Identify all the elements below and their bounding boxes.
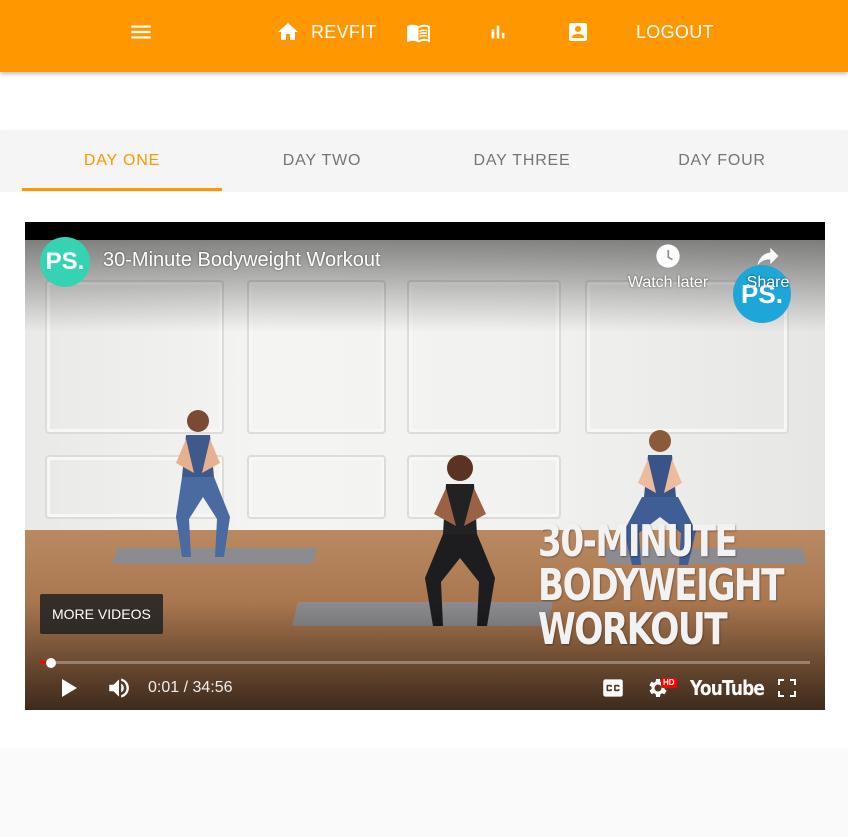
- stats-button[interactable]: [487, 0, 509, 64]
- overlay-line: BODYWEIGHT: [538, 560, 785, 611]
- tab-day-two[interactable]: DAY TWO: [222, 130, 422, 192]
- logout-label: LOGOUT: [636, 21, 714, 42]
- spacer-band: [0, 72, 848, 130]
- fullscreen-icon: [778, 679, 796, 697]
- day-tabs: DAY ONE DAY TWO DAY THREE DAY FOUR: [0, 130, 848, 192]
- time-display: 0:01 / 34:56: [148, 679, 233, 696]
- video-player[interactable]: PS. 30-Minute Bodyweight Workout Watch l…: [25, 222, 825, 710]
- overlay-line: WORKOUT: [538, 604, 728, 655]
- bar-chart-icon: [491, 25, 505, 39]
- tab-day-one[interactable]: DAY ONE: [22, 130, 222, 192]
- captions-button[interactable]: [600, 674, 626, 702]
- share-arrow-icon: [757, 247, 779, 266]
- watch-later-label: Watch later: [627, 274, 709, 291]
- volume-button[interactable]: [106, 674, 132, 702]
- share-label: Share: [746, 274, 790, 291]
- overlay-line: 30-MINUTE: [538, 516, 738, 567]
- play-button[interactable]: [57, 674, 81, 702]
- profile-button[interactable]: [566, 0, 590, 64]
- watch-later-button[interactable]: Watch later: [613, 242, 723, 292]
- clock-icon: [656, 244, 680, 268]
- instructor-left: [176, 410, 230, 557]
- fullscreen-button[interactable]: [775, 674, 799, 702]
- closed-captions-icon: [603, 679, 623, 697]
- video-overlay-title: 30-MINUTE BODYWEIGHT WORKOUT: [538, 516, 785, 655]
- brand-home-link[interactable]: REVFIT: [276, 0, 377, 64]
- progress-scrubber[interactable]: [45, 658, 56, 668]
- share-button[interactable]: Share: [713, 242, 823, 292]
- active-tab-indicator: [22, 188, 222, 191]
- tab-day-four[interactable]: DAY FOUR: [622, 130, 822, 192]
- library-button[interactable]: [406, 0, 431, 64]
- app-bar: REVFIT LOGOUT: [0, 0, 848, 72]
- home-icon: [278, 23, 298, 40]
- wall-panel: [247, 455, 386, 519]
- more-videos-button[interactable]: MORE VIDEOS: [40, 594, 163, 634]
- account-box-icon: [569, 23, 587, 41]
- channel-logo[interactable]: PS.: [40, 237, 90, 287]
- menu-icon: [131, 25, 151, 39]
- menu-button[interactable]: [128, 0, 154, 64]
- progress-bar[interactable]: [40, 658, 810, 668]
- youtube-wordmark: YouTube: [690, 676, 765, 700]
- brand-label: REVFIT: [311, 21, 377, 42]
- logout-button[interactable]: LOGOUT: [636, 0, 714, 64]
- hd-badge: HD: [661, 678, 677, 688]
- play-icon: [62, 679, 77, 697]
- book-icon: [407, 24, 430, 42]
- video-title[interactable]: 30-Minute Bodyweight Workout: [103, 249, 381, 272]
- tab-day-three[interactable]: DAY THREE: [422, 130, 622, 192]
- youtube-logo-link[interactable]: YouTube: [690, 674, 777, 702]
- volume-icon: [109, 678, 129, 698]
